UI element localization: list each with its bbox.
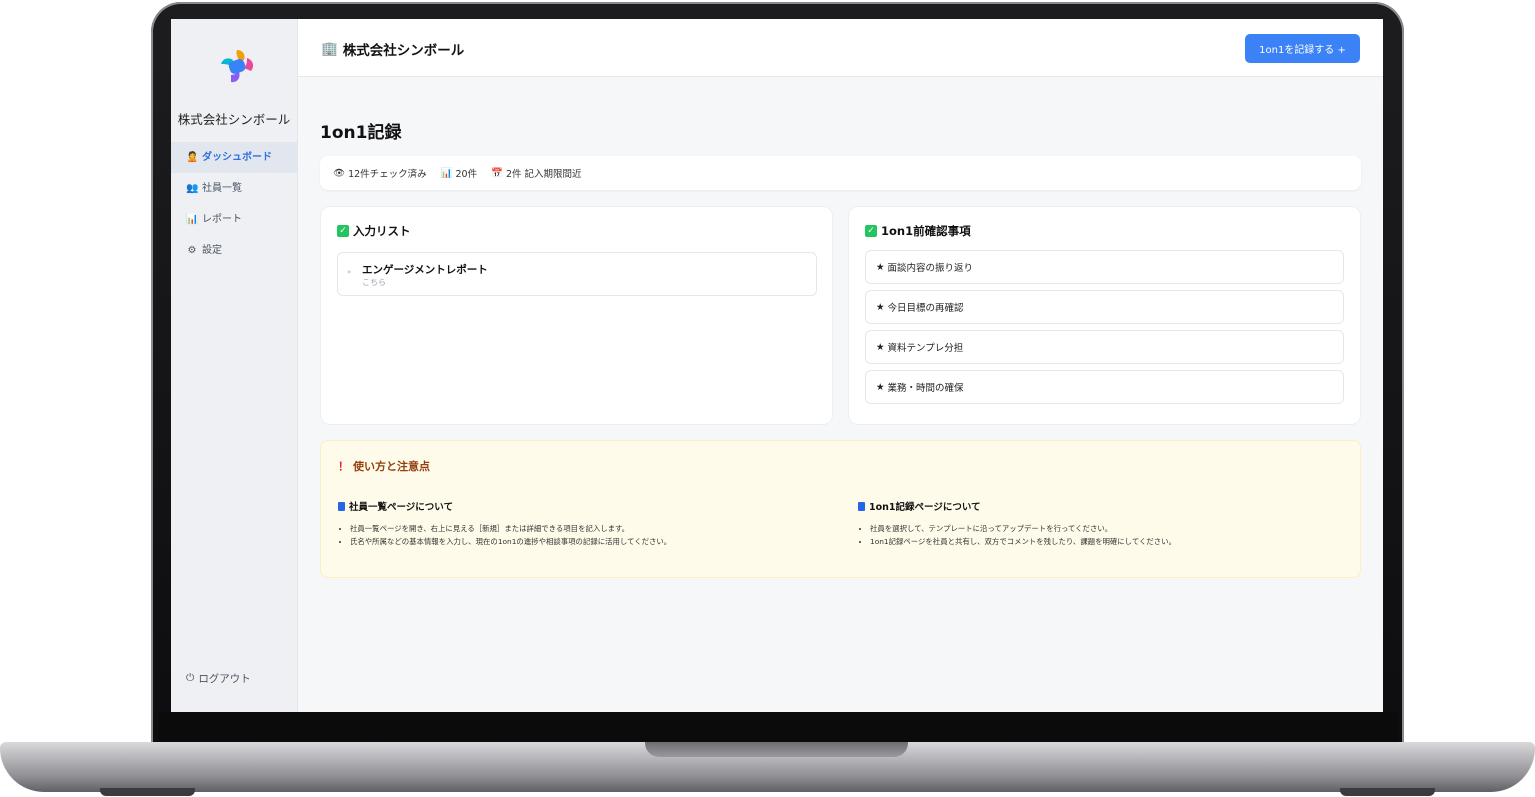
logout-button[interactable]: ⏻ ログアウト <box>186 671 251 686</box>
sidebar-nav: 🙎 ダッシュボード 👥 社員一覧 📊 レポート ⚙ 設定 <box>171 142 297 266</box>
stat-deadline: 📅 2件 記入期限間近 <box>491 166 582 181</box>
precheck-item-label: 面談内容の振り返り <box>887 263 974 274</box>
input-list-title: ✓ 入力リスト <box>337 223 411 239</box>
laptop-foot-right <box>1340 788 1435 796</box>
record-1on1-button[interactable]: 1on1を記録する + <box>1245 34 1360 63</box>
precheck-item-label: 今日目標の再確認 <box>887 303 964 314</box>
input-item-subtitle: こちら <box>362 278 386 287</box>
power-icon: ⏻ <box>186 672 195 684</box>
bar-chart-icon: 📊 <box>440 167 453 179</box>
usage-notice: ！ 使い方と注意点 社員一覧ページについて 社員一覧ページを開き、右上に見える［… <box>320 440 1361 578</box>
notice-title-text: 使い方と注意点 <box>353 460 430 473</box>
notice-list: 社員一覧ページを開き、右上に見える［新規］または詳細できる項目を記入します。 氏… <box>338 522 818 548</box>
precheck-item-label: 資料テンプレ分担 <box>887 343 964 354</box>
sidebar-item-reports[interactable]: 📊 レポート <box>171 204 297 235</box>
top-header: 🏢 株式会社シンボール 1on1を記録する + <box>298 19 1383 77</box>
user-icon: 🙎 <box>186 152 199 163</box>
input-list-item-engagement-report[interactable]: » エンゲージメントレポート こちら <box>337 252 817 296</box>
laptop-chin <box>158 712 1398 743</box>
stat-text: 12件チェック済み <box>348 169 427 180</box>
sidebar-item-settings[interactable]: ⚙ 設定 <box>171 235 297 266</box>
company-logo-icon <box>221 50 254 83</box>
notice-list-item: 社員一覧ページを開き、右上に見える［新規］または詳細できる項目を記入します。 <box>350 522 818 535</box>
exclamation-icon: ！ <box>338 460 349 473</box>
card-title-text: 1on1前確認事項 <box>881 224 971 238</box>
sidebar-item-dashboard[interactable]: 🙎 ダッシュボード <box>171 142 297 173</box>
notice-heading: 1on1記録ページについて <box>858 499 1338 513</box>
notice-list: 社員を選択して、テンプレートに沿ってアップデートを行ってください。 1on1記録… <box>858 522 1338 548</box>
stat-text: 20件 <box>455 169 478 180</box>
bar-chart-icon: 📊 <box>186 214 199 225</box>
stat-total: 📊 20件 <box>440 166 478 181</box>
sidebar-item-employees[interactable]: 👥 社員一覧 <box>171 173 297 204</box>
book-icon <box>858 501 865 511</box>
gear-icon: ⚙ <box>187 245 197 256</box>
check-icon: ✓ <box>865 225 877 237</box>
calendar-icon: 📅 <box>491 167 503 179</box>
star-icon: ★ <box>876 301 885 313</box>
notice-heading-text: 1on1記録ページについて <box>869 502 981 513</box>
notice-list-item: 社員を選択して、テンプレートに沿ってアップデートを行ってください。 <box>870 522 1338 535</box>
app-screen: 株式会社シンボール 🙎 ダッシュボード 👥 社員一覧 📊 レポート ⚙ 設定 ⏻… <box>171 19 1383 712</box>
book-icon <box>338 501 345 511</box>
notice-heading: 社員一覧ページについて <box>338 499 818 513</box>
page-title: 1on1記録 <box>320 123 402 143</box>
notice-1on1-record: 1on1記録ページについて 社員を選択して、テンプレートに沿ってアップデートを行… <box>858 499 1338 548</box>
users-icon: 👥 <box>186 183 199 194</box>
sidebar: 株式会社シンボール 🙎 ダッシュボード 👥 社員一覧 📊 レポート ⚙ 設定 ⏻… <box>171 19 298 712</box>
notice-employee-list: 社員一覧ページについて 社員一覧ページを開き、右上に見える［新規］または詳細でき… <box>338 499 818 548</box>
precheck-list: ★ 面談内容の振り返り ★ 今日目標の再確認 ★ 資料テンプレ分担 ★ 業務・時… <box>865 250 1344 410</box>
sidebar-company-name: 株式会社シンボール <box>177 112 291 127</box>
laptop-notch <box>645 742 908 757</box>
precheck-card: ✓ 1on1前確認事項 ★ 面談内容の振り返り ★ 今日目標の再確認 ★ 資料テ… <box>848 206 1361 425</box>
sidebar-item-label: レポート <box>202 214 242 225</box>
notice-title: ！ 使い方と注意点 <box>338 458 430 474</box>
input-list-card: ✓ 入力リスト » エンゲージメントレポート こちら <box>320 206 833 425</box>
sidebar-item-label: 社員一覧 <box>202 183 242 194</box>
sidebar-item-label: ダッシュボード <box>202 152 272 163</box>
input-item-title: エンゲージメントレポート <box>362 264 488 276</box>
sidebar-item-label: 設定 <box>202 245 222 256</box>
stat-text: 2件 記入期限間近 <box>505 169 582 180</box>
logout-label: ログアウト <box>198 673 251 685</box>
star-icon: ★ <box>876 261 885 273</box>
laptop-foot-left <box>100 788 195 796</box>
header-title: 🏢 株式会社シンボール <box>321 39 464 59</box>
check-icon: ✓ <box>337 225 349 237</box>
precheck-item[interactable]: ★ 業務・時間の確保 <box>865 370 1344 404</box>
eye-icon: 👁 <box>333 167 346 179</box>
chevron-right-icon: » <box>347 268 352 276</box>
notice-list-item: 氏名や所属などの基本情報を入力し、現在の1on1の進捗や相談事項の記録に活用して… <box>350 535 818 548</box>
precheck-item-label: 業務・時間の確保 <box>887 383 964 394</box>
star-icon: ★ <box>876 381 885 393</box>
header-company-name: 株式会社シンボール <box>342 43 465 59</box>
star-icon: ★ <box>876 341 885 353</box>
notice-list-item: 1on1記録ページを社員と共有し、双方でコメントを残したり、課題を明確にしてくだ… <box>870 535 1338 548</box>
precheck-item[interactable]: ★ 面談内容の振り返り <box>865 250 1344 284</box>
building-icon: 🏢 <box>321 41 338 57</box>
notice-heading-text: 社員一覧ページについて <box>349 502 454 513</box>
precheck-item[interactable]: ★ 今日目標の再確認 <box>865 290 1344 324</box>
stat-checked: 👁 12件チェック済み <box>333 166 427 181</box>
precheck-item[interactable]: ★ 資料テンプレ分担 <box>865 330 1344 364</box>
card-title-text: 入力リスト <box>353 224 411 238</box>
stats-bar: 👁 12件チェック済み 📊 20件 📅 2件 記入期限間近 <box>320 156 1361 190</box>
precheck-title: ✓ 1on1前確認事項 <box>865 223 971 239</box>
